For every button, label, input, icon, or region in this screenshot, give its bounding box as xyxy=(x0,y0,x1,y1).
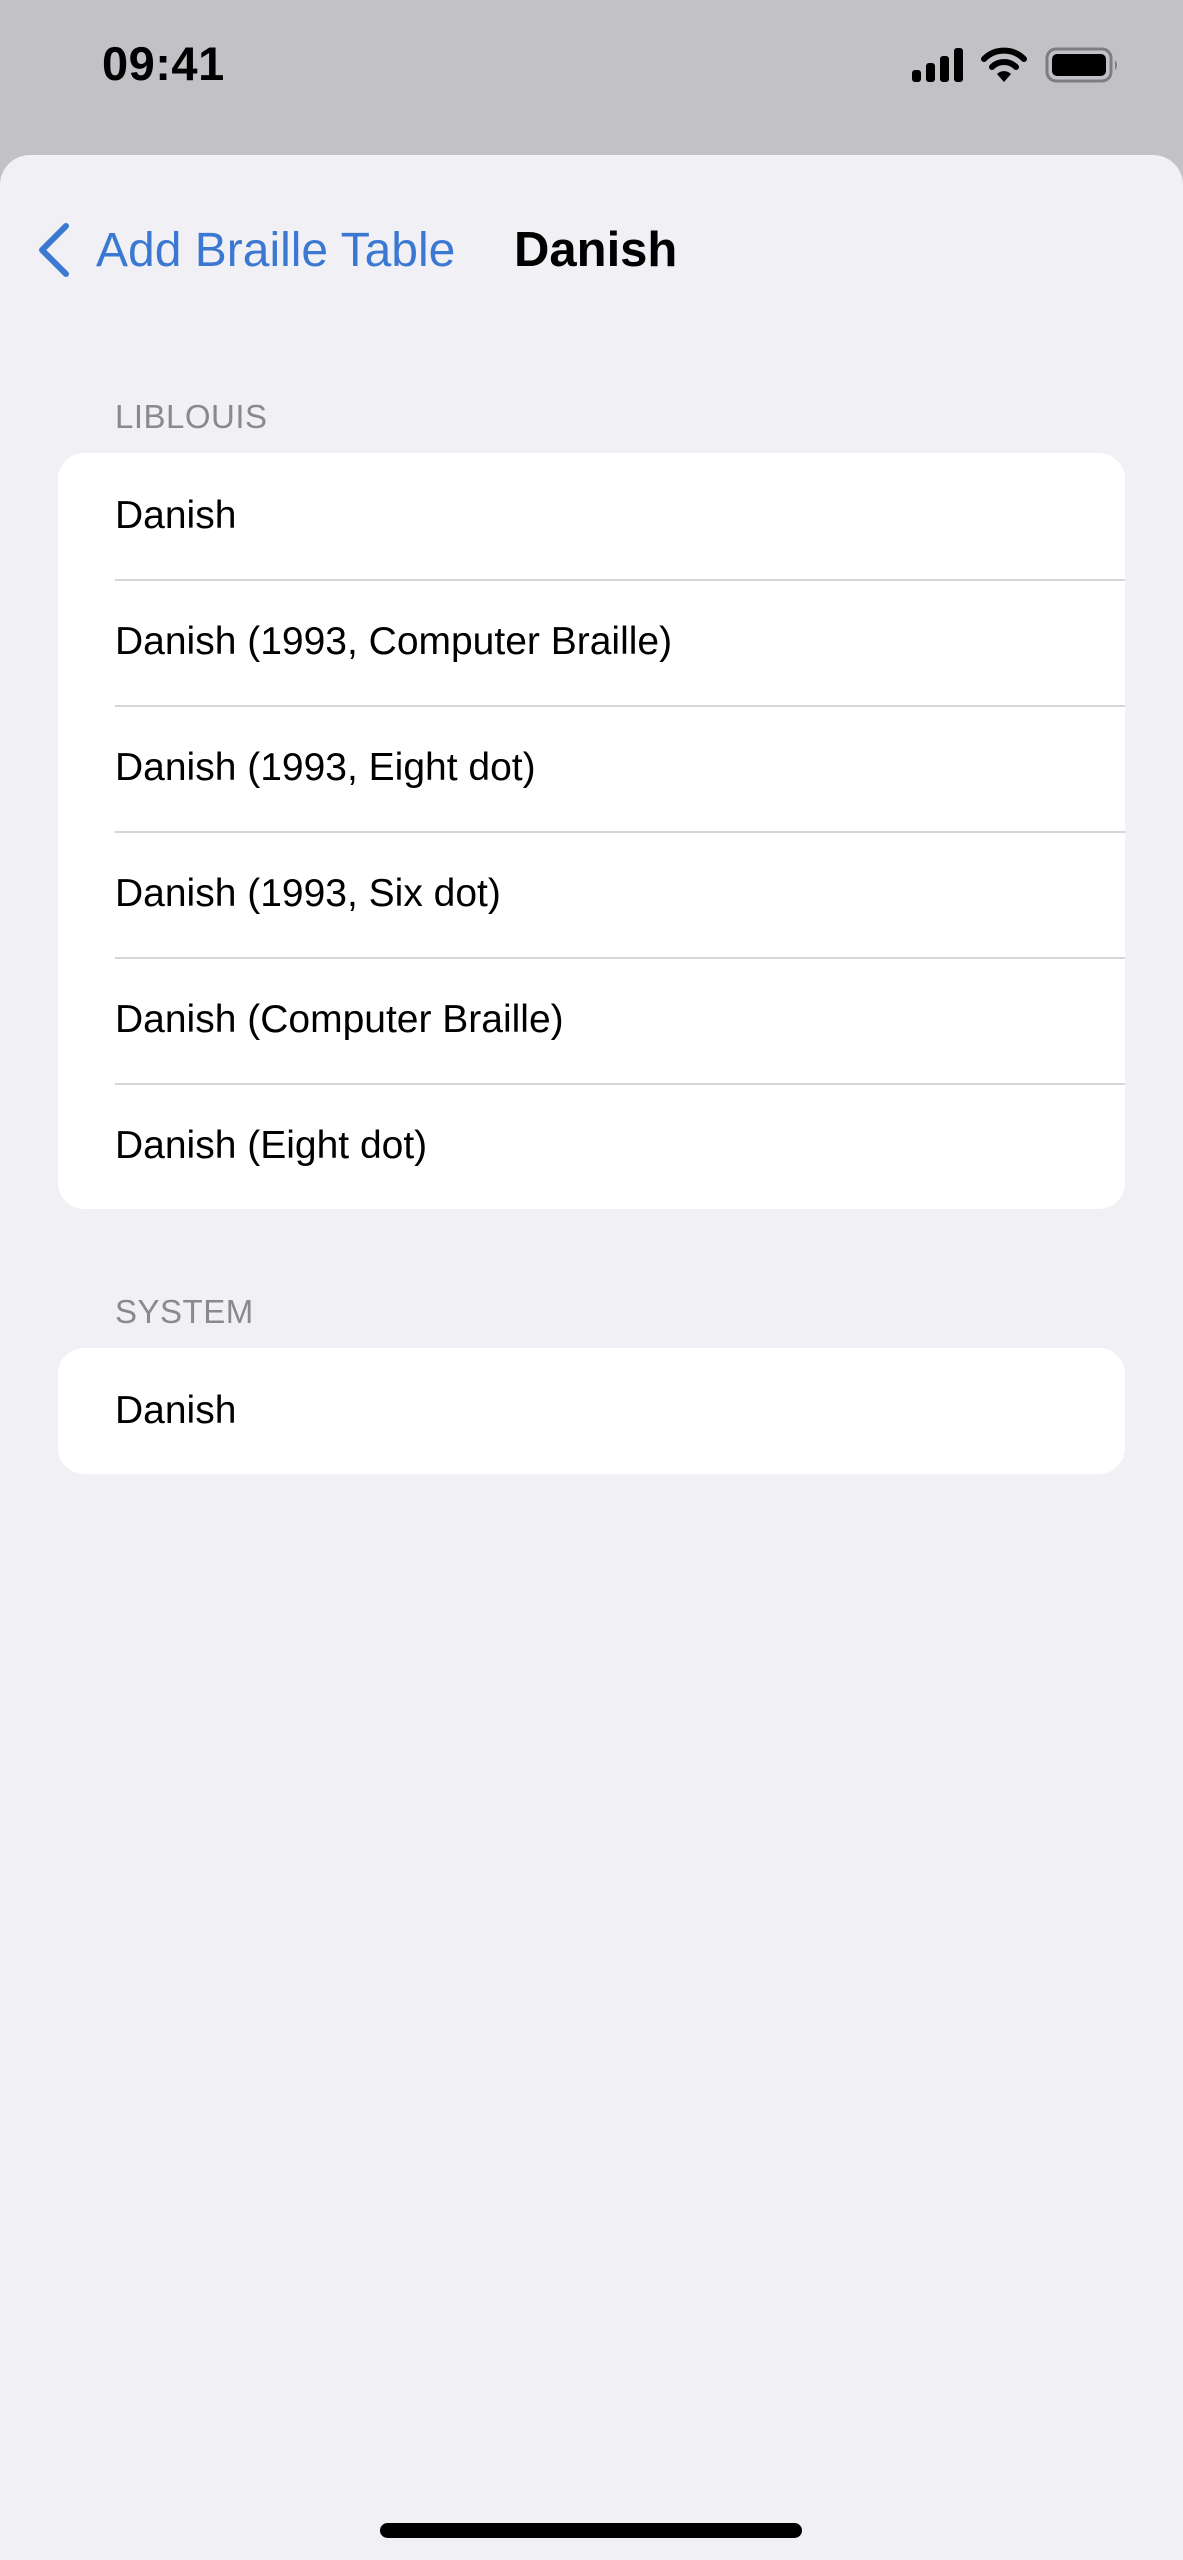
wifi-icon xyxy=(981,47,1027,82)
status-bar: 09:41 xyxy=(0,0,1183,155)
list-item[interactable]: Danish xyxy=(58,1348,1125,1474)
list-item[interactable]: Danish (1993, Computer Braille) xyxy=(58,579,1125,705)
back-button-label: Add Braille Table xyxy=(96,223,456,277)
section-header-liblouis: LIBLOUIS xyxy=(115,398,268,435)
status-icons xyxy=(912,46,1121,84)
status-time: 09:41 xyxy=(102,37,225,90)
section-header-system: SYSTEM xyxy=(115,1293,254,1330)
home-indicator[interactable] xyxy=(380,2523,802,2538)
cellular-signal-icon xyxy=(912,48,963,82)
back-button[interactable]: Add Braille Table xyxy=(34,210,455,290)
list-item[interactable]: Danish (1993, Six dot) xyxy=(58,831,1125,957)
list-item[interactable]: Danish (Computer Braille) xyxy=(58,957,1125,1083)
page-title: Danish xyxy=(514,223,678,277)
sheet: Add Braille Table Danish LIBLOUIS Danish… xyxy=(0,155,1183,2560)
system-list: Danish xyxy=(58,1348,1125,1474)
list-item[interactable]: Danish xyxy=(58,453,1125,579)
list-item[interactable]: Danish (1993, Eight dot) xyxy=(58,705,1125,831)
navigation-bar: Add Braille Table Danish xyxy=(0,210,1183,290)
chevron-left-icon xyxy=(39,223,69,277)
liblouis-list: Danish Danish (1993, Computer Braille) D… xyxy=(58,453,1125,1209)
list-item[interactable]: Danish (Eight dot) xyxy=(58,1083,1125,1209)
battery-icon xyxy=(1045,47,1117,83)
